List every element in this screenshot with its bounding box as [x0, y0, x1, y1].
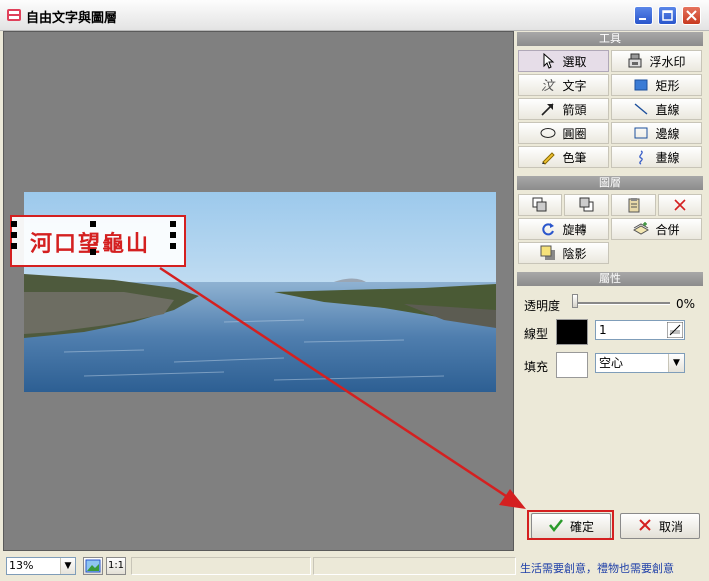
- dialog-window: 自由文字與圖層 河口望龜山 工具 選取 浮水印 汶 文字 矩形 箭頭 直線 圓圈…: [0, 0, 709, 581]
- title-bar[interactable]: 自由文字與圖層: [0, 0, 709, 31]
- tool-text[interactable]: 汶 文字: [518, 74, 609, 96]
- text-object-selection[interactable]: 河口望龜山: [10, 215, 186, 267]
- line-color-swatch[interactable]: [556, 319, 588, 345]
- text-tool-icon: 汶: [540, 77, 556, 93]
- shadow-icon: [540, 245, 556, 261]
- line-type-label: 線型: [524, 327, 549, 341]
- merge-icon: [633, 221, 650, 237]
- tool-pencil[interactable]: 色筆: [518, 146, 609, 168]
- resize-handle[interactable]: [11, 243, 17, 249]
- fill-color-swatch[interactable]: [556, 352, 588, 378]
- tool-label: 浮水印: [649, 54, 686, 69]
- tool-border[interactable]: 邊線: [611, 122, 702, 144]
- actual-size-button[interactable]: 1:1: [106, 557, 126, 575]
- opacity-slider-track[interactable]: [572, 302, 670, 305]
- resize-handle[interactable]: [90, 221, 96, 227]
- tool-label: 色筆: [562, 150, 587, 165]
- delete-layer-button[interactable]: [658, 194, 702, 216]
- svg-text:汶: 汶: [541, 78, 556, 93]
- paste-button[interactable]: [611, 194, 656, 216]
- resize-handle[interactable]: [170, 221, 176, 227]
- rectangle-icon: [633, 77, 649, 93]
- layers-header: 圖層: [517, 176, 703, 190]
- tool-line[interactable]: 直線: [611, 98, 702, 120]
- dropdown-arrow-icon[interactable]: ▼: [60, 558, 75, 574]
- shadow-button[interactable]: 陰影: [518, 242, 609, 264]
- line-icon: [633, 101, 649, 117]
- shadow-label: 陰影: [562, 246, 587, 261]
- tool-arrow[interactable]: 箭頭: [518, 98, 609, 120]
- fit-window-button[interactable]: [83, 557, 103, 575]
- rotate-button[interactable]: 旋轉: [518, 218, 609, 240]
- bring-forward-icon: [532, 197, 548, 213]
- border-icon: [633, 125, 649, 141]
- dropdown-arrow-icon[interactable]: ▼: [668, 354, 684, 372]
- opacity-slider-thumb[interactable]: [572, 294, 578, 308]
- minimize-icon: [639, 18, 646, 20]
- fill-label: 填充: [524, 360, 549, 374]
- zoom-select[interactable]: 13% ▼: [6, 557, 76, 575]
- clipboard-icon: [626, 197, 642, 213]
- tool-label: 選取: [562, 54, 587, 69]
- status-bar: 13% ▼ 1:1 生活需要創意，禮物也需要創意: [0, 553, 709, 581]
- status-cell: [313, 557, 516, 575]
- highlight-box: [527, 510, 614, 540]
- maximize-button[interactable]: [658, 6, 677, 25]
- tool-label: 文字: [562, 78, 587, 93]
- resize-handle[interactable]: [11, 232, 17, 238]
- ellipse-icon: [540, 125, 556, 141]
- close-button[interactable]: [682, 6, 701, 25]
- pencil-icon: [540, 149, 556, 165]
- tool-rectangle[interactable]: 矩形: [611, 74, 702, 96]
- tool-ellipse[interactable]: 圓圈: [518, 122, 609, 144]
- minimize-button[interactable]: [634, 6, 653, 25]
- maximize-icon: [662, 10, 673, 21]
- bring-forward-button[interactable]: [518, 194, 562, 216]
- watermark-icon: [627, 53, 643, 69]
- properties-header: 屬性: [517, 272, 703, 286]
- arrow-icon: [540, 101, 556, 117]
- window-title: 自由文字與圖層: [26, 11, 118, 26]
- send-backward-icon: [579, 197, 595, 213]
- tools-header: 工具: [517, 32, 703, 46]
- tool-label: 圓圈: [562, 126, 587, 141]
- resize-handle[interactable]: [11, 221, 17, 227]
- cancel-button[interactable]: 取消: [620, 513, 700, 539]
- tool-watermark[interactable]: 浮水印: [611, 50, 702, 72]
- merge-button[interactable]: 合併: [611, 218, 702, 240]
- cross-icon: [637, 517, 653, 536]
- tool-label: 直線: [655, 102, 680, 117]
- tool-label: 邊線: [655, 126, 680, 141]
- close-icon: [686, 10, 697, 21]
- cancel-label: 取消: [658, 519, 683, 534]
- opacity-label: 透明度: [524, 299, 561, 313]
- rotate-icon: [540, 221, 556, 237]
- slogan-text: 生活需要創意，禮物也需要創意: [520, 562, 674, 575]
- opacity-value: 0%: [676, 297, 696, 311]
- merge-label: 合併: [655, 222, 680, 237]
- delete-icon: [672, 197, 688, 213]
- line-style-icon[interactable]: [666, 321, 684, 339]
- pointer-icon: [540, 53, 556, 69]
- resize-handle[interactable]: [170, 243, 176, 249]
- tool-freehand[interactable]: 畫線: [611, 146, 702, 168]
- send-backward-button[interactable]: [564, 194, 609, 216]
- tool-label: 矩形: [655, 78, 680, 93]
- app-icon: [6, 7, 22, 23]
- rotate-label: 旋轉: [562, 222, 587, 237]
- line-width-value: 1: [599, 323, 607, 337]
- tool-select[interactable]: 選取: [518, 50, 609, 72]
- line-width-field[interactable]: 1: [595, 320, 685, 340]
- fill-style-value: 空心: [599, 356, 624, 370]
- status-cell: [131, 557, 311, 575]
- freehand-icon: [633, 149, 649, 165]
- resize-handle[interactable]: [90, 249, 96, 255]
- picture-icon: [85, 559, 101, 576]
- tool-label: 畫線: [655, 150, 680, 165]
- zoom-value: 13%: [9, 559, 34, 572]
- resize-handle[interactable]: [170, 232, 176, 238]
- fill-style-select[interactable]: 空心 ▼: [595, 353, 685, 373]
- tool-label: 箭頭: [562, 102, 587, 117]
